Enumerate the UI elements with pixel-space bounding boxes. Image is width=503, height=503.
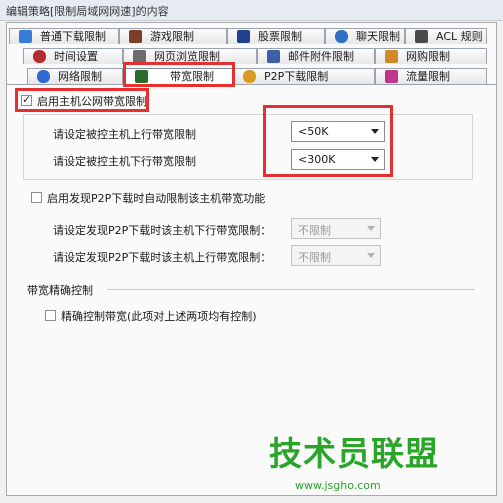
- tab-mail-attachment-limit[interactable]: 邮件附件限制: [257, 48, 375, 64]
- precise-section-label: 带宽精确控制: [27, 284, 93, 297]
- chevron-down-icon: [367, 253, 375, 258]
- p2p-auto-limit-checkbox[interactable]: [31, 192, 42, 203]
- precise-control-label: 精确控制带宽(此项对上述两项均有控制): [61, 310, 257, 323]
- p2p-up-limit-label: 请设定发现P2P下载时该主机上行带宽限制：: [53, 251, 272, 264]
- p2p-up-limit-select[interactable]: 不限制: [291, 245, 381, 266]
- tab-online-shop-limit[interactable]: 网购限制: [375, 48, 487, 64]
- highlight-bandwidth-selects: [263, 105, 393, 177]
- ie-icon: [37, 70, 50, 83]
- mail-icon: [267, 50, 280, 63]
- tab-time-settings[interactable]: 时间设置: [23, 48, 123, 64]
- settings-panel: 普通下载限制 游戏限制 股票限制 聊天限制 ACL 规则 时间设置 网页浏览限制…: [6, 22, 497, 496]
- shop-icon: [385, 50, 398, 63]
- tab-stock-limit[interactable]: 股票限制: [227, 28, 325, 44]
- p2p-down-limit-select[interactable]: 不限制: [291, 218, 381, 239]
- precise-control-checkbox[interactable]: [45, 310, 56, 321]
- tab-normal-download[interactable]: 普通下载限制: [9, 28, 119, 44]
- tab-network-limit[interactable]: 网络限制: [27, 68, 123, 84]
- tab-traffic-limit[interactable]: 流量限制: [375, 68, 487, 84]
- highlight-enable-checkbox: [15, 88, 149, 112]
- acl-icon: [415, 30, 428, 43]
- clock-icon: [33, 50, 46, 63]
- download-icon: [19, 30, 32, 43]
- traffic-icon: [385, 70, 398, 83]
- watermark-url: www.jsgho.com: [295, 479, 381, 492]
- p2p-down-limit-label: 请设定发现P2P下载时该主机下行带宽限制：: [53, 224, 272, 237]
- tab-p2p-download-limit[interactable]: P2P下载限制: [233, 68, 375, 84]
- tab-game-limit[interactable]: 游戏限制: [119, 28, 227, 44]
- window-title: 编辑策略[限制局域网网速]的内容: [6, 5, 169, 18]
- p2p-icon: [243, 70, 256, 83]
- precise-section-divider: [107, 289, 475, 290]
- chat-icon: [335, 30, 348, 43]
- tab-strip-divider: [7, 84, 496, 85]
- upload-limit-label: 请设定被控主机上行带宽限制: [53, 128, 196, 141]
- stock-icon: [237, 30, 250, 43]
- tab-chat-limit[interactable]: 聊天限制: [325, 28, 405, 44]
- game-icon: [129, 30, 142, 43]
- window-titlebar: 编辑策略[限制局域网网速]的内容: [0, 0, 503, 21]
- chevron-down-icon: [367, 226, 375, 231]
- p2p-auto-limit-label: 启用发现P2P下载时自动限制该主机带宽功能: [47, 192, 266, 205]
- watermark-brand: 技术员联盟: [269, 434, 439, 473]
- highlight-active-tab: [123, 62, 235, 87]
- tab-acl-rules[interactable]: ACL 规则: [405, 28, 487, 44]
- bandwidth-group: [23, 114, 473, 180]
- download-limit-label: 请设定被控主机下行带宽限制: [53, 155, 196, 168]
